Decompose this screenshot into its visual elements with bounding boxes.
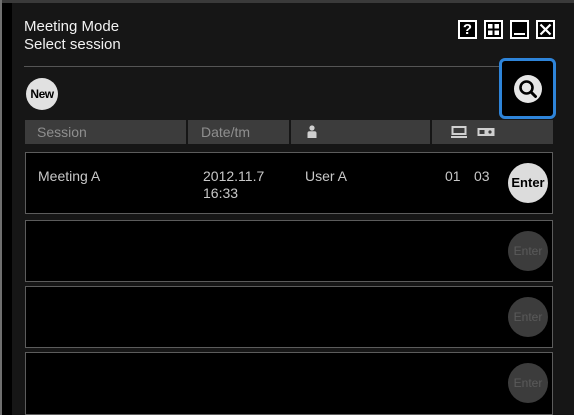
session-date: 2012.11.7 <box>203 168 265 184</box>
column-header-devices[interactable] <box>432 120 553 144</box>
session-row-empty: Enter <box>25 220 553 282</box>
projector-icon <box>477 128 495 136</box>
title-separator <box>24 66 552 67</box>
column-header-date[interactable]: Date/tm <box>188 120 289 144</box>
help-icon: ? <box>462 21 473 38</box>
grid-view-button[interactable] <box>484 20 503 39</box>
table-header: Session Date/tm <box>25 120 553 144</box>
window-title: Meeting Mode <box>24 18 120 35</box>
session-user: User A <box>305 168 348 184</box>
minimize-button[interactable] <box>510 20 529 39</box>
close-button[interactable] <box>536 20 555 39</box>
enter-button-disabled: Enter <box>508 231 548 271</box>
monitor-icon <box>451 126 467 138</box>
close-icon <box>539 23 552 36</box>
session-row-empty: Enter <box>25 286 553 348</box>
session-name: Meeting A <box>38 168 101 184</box>
app-window-frame: Meeting Mode Select session ? New Sessio… <box>0 0 574 415</box>
search-button[interactable] <box>499 58 556 119</box>
session-row-empty: Enter <box>25 352 553 415</box>
enter-button[interactable]: Enter <box>508 163 548 203</box>
projector-count: 03 <box>474 168 490 184</box>
search-button-circle <box>514 75 542 103</box>
session-row[interactable]: Meeting A 2012.11.7 16:33 User A 01 03 E… <box>25 152 553 214</box>
enter-button-disabled: Enter <box>508 297 548 337</box>
help-button[interactable]: ? <box>458 20 477 39</box>
minimize-icon <box>514 33 525 35</box>
column-header-user[interactable] <box>291 120 430 144</box>
person-icon <box>307 125 317 138</box>
grid-icon <box>488 24 499 35</box>
new-session-button[interactable]: New <box>26 78 58 110</box>
window-subtitle: Select session <box>24 36 121 53</box>
pc-count: 01 <box>445 168 461 184</box>
session-time: 16:33 <box>203 185 239 201</box>
column-header-session[interactable]: Session <box>25 120 186 144</box>
search-icon <box>519 80 537 98</box>
enter-button-disabled: Enter <box>508 363 548 403</box>
